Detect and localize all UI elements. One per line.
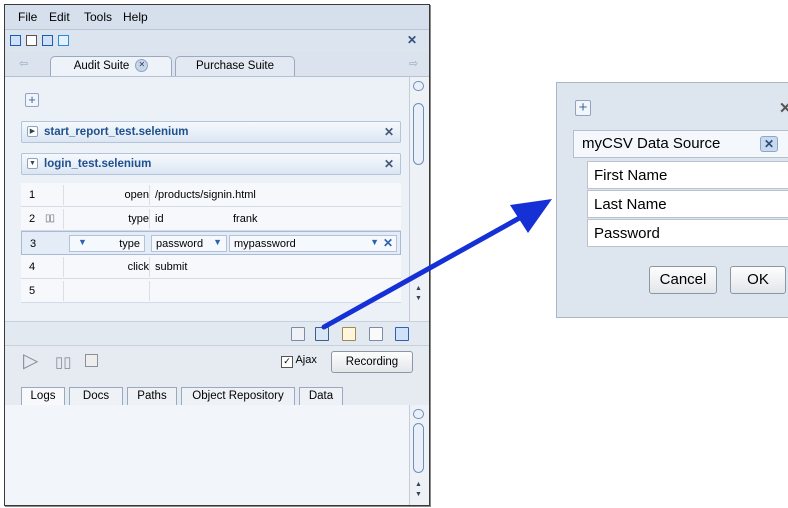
close-icon[interactable]: ✕ (384, 125, 394, 139)
menu-edit[interactable]: Edit (49, 10, 70, 24)
tab-audit-suite[interactable]: Audit Suite ✕ (50, 56, 172, 76)
tab-docs[interactable]: Docs (69, 387, 123, 405)
tab-data[interactable]: Data (299, 387, 343, 405)
column-divider (149, 209, 150, 229)
expand-triangle-icon[interactable]: ▶ (27, 126, 38, 137)
close-icon[interactable]: ✕ (407, 33, 417, 47)
column-divider (63, 185, 64, 205)
tab-left-arrow-icon[interactable]: ⇦ (19, 57, 28, 70)
tab-logs[interactable]: Logs (21, 387, 65, 405)
callout-arrow (321, 199, 552, 330)
tab-label: Audit Suite (73, 60, 130, 72)
scrollbar-cap (413, 409, 424, 419)
column-divider (63, 209, 64, 229)
step-value: mypassword (234, 238, 296, 250)
tab-purchase-suite[interactable]: Purchase Suite (175, 56, 295, 76)
remove-source-icon[interactable]: ✕ (760, 136, 778, 152)
script-name: login_test.selenium (44, 158, 152, 170)
column-divider (63, 281, 64, 301)
tab-paths[interactable]: Paths (127, 387, 177, 405)
arrow-shaft (321, 208, 535, 330)
step-command: type (119, 238, 140, 250)
command-select[interactable]: ▼ type (69, 235, 145, 252)
script-login[interactable]: ▼ login_test.selenium ✕ (21, 153, 401, 175)
log-scrollbar[interactable]: ▲ ▼ (409, 405, 429, 505)
ajax-label: Ajax (295, 354, 317, 366)
add-script-icon[interactable]: + (25, 93, 39, 107)
playback-bar: ▷ ▯▯ ✓ Ajax Recording (5, 345, 429, 378)
step-target[interactable]: submit (155, 261, 187, 273)
pause-icon[interactable]: ▯▯ (55, 353, 72, 371)
dropdown-icon[interactable]: ▼ (78, 237, 87, 247)
scrollbar-thumb[interactable] (413, 103, 424, 165)
column-divider (63, 257, 64, 277)
step-command[interactable]: open (125, 189, 149, 201)
stop-icon[interactable] (85, 354, 98, 367)
window-icon[interactable] (10, 35, 21, 46)
binoculars-icon[interactable] (26, 35, 37, 46)
close-icon[interactable]: ✕ (779, 99, 788, 117)
step-number: 4 (29, 261, 36, 273)
step-target[interactable]: /products/signin.html (155, 189, 256, 201)
step-target[interactable]: id (155, 213, 164, 225)
drag-handle-icon[interactable]: ▯▯ (45, 213, 55, 224)
menu-tools[interactable]: Tools (84, 10, 112, 24)
dropdown-icon[interactable]: ▼ (213, 237, 222, 247)
collapse-triangle-icon[interactable]: ▼ (27, 158, 38, 169)
script-start-report[interactable]: ▶ start_report_test.selenium ✕ (21, 121, 401, 143)
collapse-all-icon[interactable] (291, 327, 305, 341)
field-password[interactable]: Password (587, 219, 788, 247)
add-icon[interactable]: + (575, 100, 591, 116)
tab-object-repository[interactable]: Object Repository (181, 387, 295, 405)
tab-right-arrow-icon[interactable]: ⇨ (409, 57, 418, 70)
data-source-name: myCSV Data Source (582, 135, 721, 152)
menu-help[interactable]: Help (123, 10, 148, 24)
tab-label: Purchase Suite (196, 60, 274, 72)
arrow-head (510, 199, 552, 233)
column-divider (149, 281, 150, 301)
tree-view-icon[interactable] (58, 35, 69, 46)
field-first-name[interactable]: First Name (587, 161, 788, 189)
step-command[interactable]: type (128, 213, 149, 225)
scrollbar-cap (413, 81, 424, 91)
menu-bar: File Edit Tools Help (5, 5, 429, 30)
log-pane (5, 405, 409, 505)
step-command[interactable]: click (128, 261, 149, 273)
close-icon[interactable]: ✕ (384, 157, 394, 171)
play-icon[interactable]: ▷ (23, 350, 38, 372)
target-select[interactable]: password ▼ (151, 235, 227, 252)
toolbar: ✕ (5, 30, 429, 50)
checkbox-check-icon: ✓ (281, 356, 293, 368)
field-last-name[interactable]: Last Name (587, 190, 788, 218)
scroll-down-icon[interactable]: ▼ (415, 491, 422, 498)
bottom-tab-bar: Logs Docs Paths Object Repository Data (5, 377, 429, 406)
script-name: start_report_test.selenium (44, 126, 189, 138)
ajax-checkbox[interactable]: ✓ Ajax (281, 354, 317, 368)
step-value[interactable]: frank (233, 213, 257, 225)
scrollbar-thumb[interactable] (413, 423, 424, 473)
split-view-icon[interactable] (42, 35, 53, 46)
step-number: 5 (29, 285, 36, 297)
ok-button[interactable]: OK (730, 266, 786, 294)
column-divider (149, 257, 150, 277)
data-source-header[interactable]: myCSV Data Source ✕ (573, 130, 788, 158)
cancel-button[interactable]: Cancel (649, 266, 717, 294)
suite-tab-bar: ⇦ Audit Suite ✕ Purchase Suite ⇨ (5, 52, 429, 77)
menu-file[interactable]: File (18, 10, 37, 24)
step-number: 2 (29, 213, 36, 225)
scroll-up-icon[interactable]: ▲ (415, 481, 422, 488)
tab-close-icon[interactable]: ✕ (135, 59, 149, 73)
data-source-dialog: + ✕ myCSV Data Source ✕ First Name Last … (556, 82, 788, 318)
step-number: 1 (29, 189, 36, 201)
step-target: password (156, 238, 204, 250)
recording-button[interactable]: Recording (331, 351, 413, 373)
step-number: 3 (30, 238, 37, 250)
column-divider (149, 185, 150, 205)
